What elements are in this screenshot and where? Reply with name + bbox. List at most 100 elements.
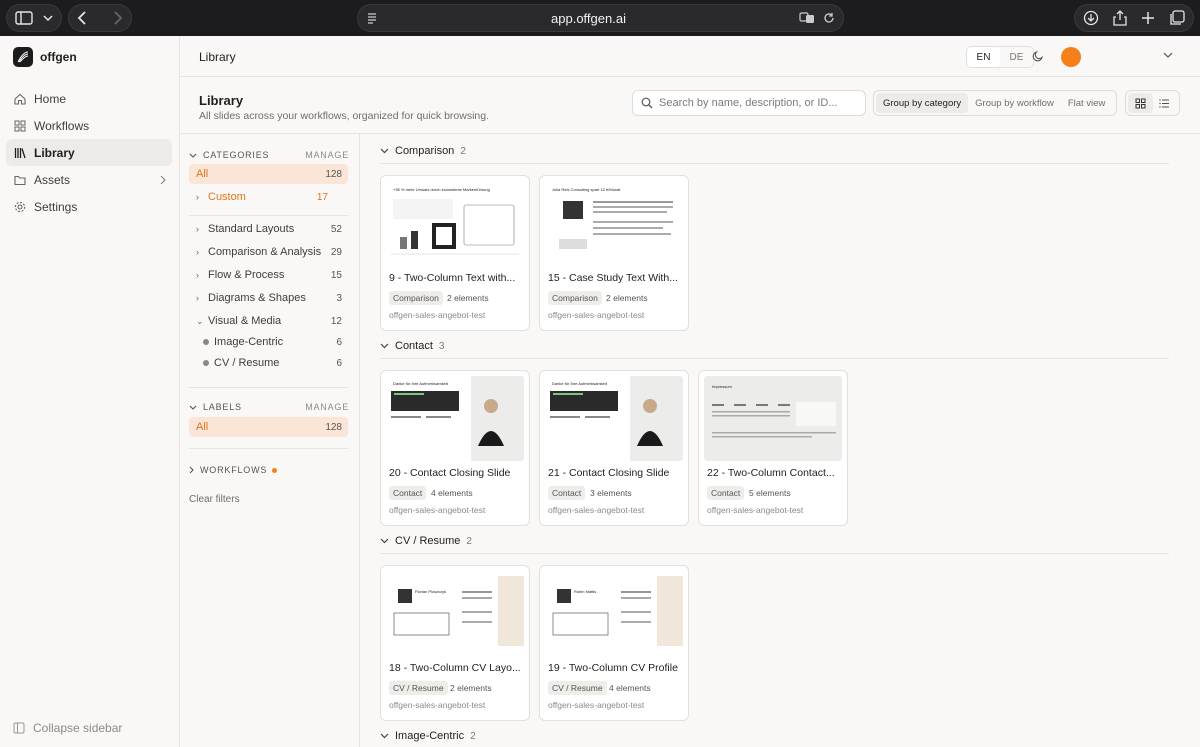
workflow-name: offgen-sales-angebot-test (548, 700, 645, 710)
browser-toolbar: app.offgen.ai (0, 0, 1200, 36)
divider (189, 215, 348, 216)
filter-all-labels[interactable]: All 128 (189, 417, 348, 437)
new-tab-icon[interactable] (1141, 11, 1155, 25)
app-sidebar: offgen Home Workflows Library Assets Set… (0, 36, 180, 747)
thumb-title: Danke für Ihre Aufmerksamkeit (552, 381, 608, 386)
slide-card[interactable]: Danke für Ihre Aufmerksamkeit 21 - Conta… (539, 370, 689, 526)
group-name: Contact (395, 340, 433, 352)
chevron-down-icon (380, 733, 389, 739)
history-nav (68, 4, 132, 32)
brand[interactable]: offgen (13, 47, 77, 67)
library-icon (14, 147, 26, 159)
filter-comparison-analysis[interactable]: › Comparison & Analysis 29 (189, 242, 348, 262)
search-input[interactable] (659, 97, 859, 109)
forward-icon[interactable] (113, 11, 123, 25)
group-count: 3 (438, 340, 445, 352)
workflows-header[interactable]: WORKFLOWS (189, 465, 349, 475)
nav-item-home[interactable]: Home (6, 85, 172, 112)
workflow-name: offgen-sales-angebot-test (707, 505, 804, 515)
nav-item-settings[interactable]: Settings (6, 193, 172, 220)
slide-card[interactable]: Julia Reis Consulting spart 12 h/Monat 1… (539, 175, 689, 331)
filter-all-categories[interactable]: All 128 (189, 164, 348, 184)
back-icon[interactable] (77, 11, 87, 25)
filter-count: 6 (336, 357, 342, 369)
group-header-contact[interactable]: Contact 3 (380, 340, 444, 352)
category-badge: Comparison (389, 291, 443, 305)
home-icon (14, 93, 26, 105)
nav-label: Assets (34, 172, 71, 187)
filter-label: Diagrams & Shapes (208, 292, 306, 304)
address-bar[interactable]: app.offgen.ai (357, 4, 844, 32)
lang-en-button[interactable]: EN (967, 47, 1000, 67)
slide-thumbnail: +35 % mehr Umsatz durch konsistente Mark… (386, 181, 524, 266)
category-badge: Comparison (548, 291, 602, 305)
filter-image-centric[interactable]: Image-Centric 6 (189, 332, 348, 352)
filter-visual-media[interactable]: ⌄ Visual & Media 12 (189, 311, 348, 331)
list-view-button[interactable] (1153, 93, 1178, 113)
filter-diagrams-shapes[interactable]: › Diagrams & Shapes 3 (189, 288, 348, 308)
url-text: app.offgen.ai (551, 10, 626, 26)
group-header-cv-resume[interactable]: CV / Resume 2 (380, 535, 472, 547)
manage-categories-link[interactable]: MANAGE (305, 150, 349, 160)
filter-custom[interactable]: › Custom 17 (189, 187, 348, 207)
nav-item-workflows[interactable]: Workflows (6, 112, 172, 139)
moon-icon[interactable] (1032, 50, 1044, 62)
slide-card[interactable]: Danke für Ihre Aufmerksamkeit 20 - Conta… (380, 370, 530, 526)
slide-card[interactable]: Impressum 22 - Two-Column Contact... Con… (698, 370, 848, 526)
group-header-comparison[interactable]: Comparison 2 (380, 145, 466, 157)
grid-view-button[interactable] (1128, 93, 1153, 113)
filter-count: 3 (336, 292, 342, 304)
lang-de-button[interactable]: DE (1000, 47, 1033, 67)
chevron-right-icon[interactable] (160, 175, 166, 185)
view-mode-toggle (1125, 90, 1180, 116)
chevron-down-icon[interactable] (1163, 52, 1173, 58)
filter-standard-layouts[interactable]: › Standard Layouts 52 (189, 219, 348, 239)
card-title: 20 - Contact Closing Slide (389, 467, 511, 479)
divider (189, 387, 348, 388)
reload-icon[interactable] (823, 12, 835, 24)
group-by-workflow-button[interactable]: Group by workflow (968, 93, 1061, 113)
labels-header[interactable]: LABELS MANAGE (189, 402, 349, 412)
divider (189, 448, 348, 449)
offgen-logo-icon (13, 47, 33, 67)
labels-label: LABELS (203, 402, 242, 412)
manage-labels-link[interactable]: MANAGE (305, 402, 349, 412)
group-by-category-button[interactable]: Group by category (876, 93, 969, 113)
download-icon[interactable] (1083, 10, 1099, 26)
flat-view-button[interactable]: Flat view (1061, 93, 1112, 113)
reader-icon[interactable] (366, 12, 378, 24)
tabs-overview-icon[interactable] (1169, 10, 1185, 26)
slide-card[interactable]: Robin Mattis 19 - Two-Column CV Profile … (539, 565, 689, 721)
bullet-icon (203, 360, 209, 366)
collapse-sidebar-button[interactable]: Collapse sidebar (13, 721, 122, 735)
sidebar-toggle-button[interactable] (6, 4, 62, 32)
share-icon[interactable] (1113, 10, 1127, 26)
filter-label: Image-Centric (214, 336, 284, 348)
filter-panel: CATEGORIES MANAGE All 128 › Custom 17 › … (181, 134, 360, 747)
card-title: 19 - Two-Column CV Profile (548, 662, 678, 674)
chevron-down-icon (380, 343, 389, 349)
card-title: 22 - Two-Column Contact... (707, 467, 835, 479)
categories-header[interactable]: CATEGORIES MANAGE (189, 150, 349, 160)
filter-label: Flow & Process (208, 269, 285, 281)
filter-label: All (196, 168, 209, 180)
group-name: CV / Resume (395, 535, 461, 547)
slide-card[interactable]: +35 % mehr Umsatz durch konsistente Mark… (380, 175, 530, 331)
avatar[interactable] (1061, 47, 1081, 67)
group-count: 2 (460, 145, 466, 157)
card-title: 9 - Two-Column Text with... (389, 272, 516, 284)
nav-item-library[interactable]: Library (6, 139, 172, 166)
translate-icon[interactable] (799, 12, 815, 24)
filter-flow-process[interactable]: › Flow & Process 15 (189, 265, 348, 285)
nav-label: Library (34, 145, 75, 160)
filter-count: 15 (330, 269, 342, 281)
element-count: 3 elements (590, 488, 632, 498)
filter-label: Comparison & Analysis (208, 246, 322, 258)
slide-card[interactable]: Florian Ploszczyk 18 - Two-Column CV Lay… (380, 565, 530, 721)
group-header-image-centric[interactable]: Image-Centric 2 (380, 730, 476, 742)
filter-cv-resume[interactable]: CV / Resume 6 (189, 353, 348, 373)
clear-filters-link[interactable]: Clear filters (189, 494, 240, 505)
element-count: 2 elements (606, 293, 648, 303)
workflows-label: WORKFLOWS (200, 465, 268, 475)
nav-item-assets[interactable]: Assets (6, 166, 172, 193)
